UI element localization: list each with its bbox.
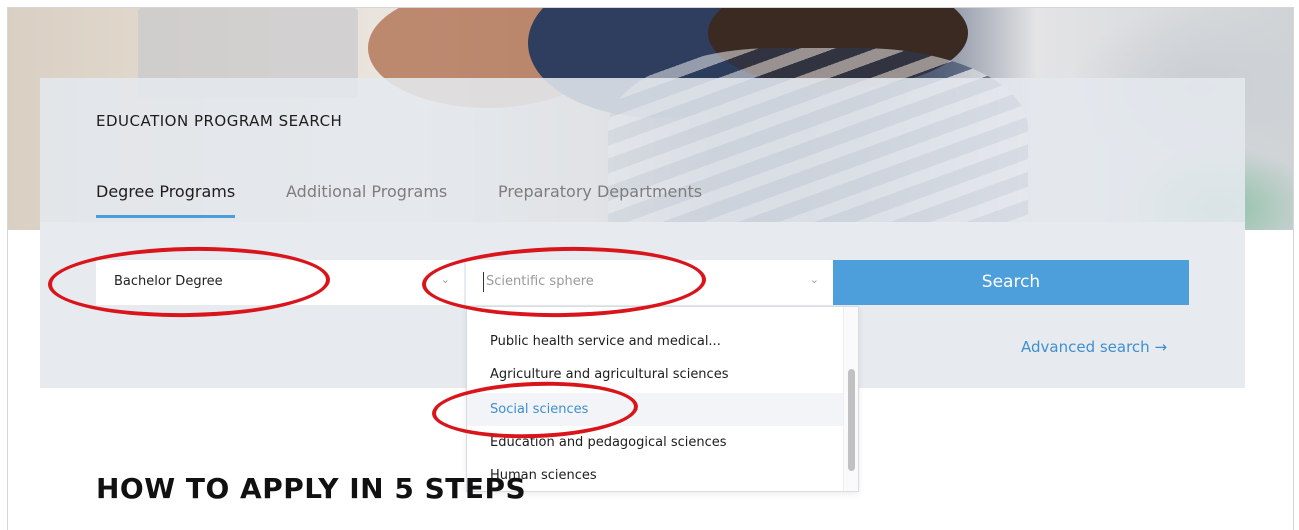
dropdown-option[interactable]: Public health service and medical... <box>467 325 845 358</box>
panel-title: EDUCATION PROGRAM SEARCH <box>96 112 343 130</box>
chevron-down-icon: ⌄ <box>809 273 819 286</box>
dropdown-scrollbar-thumb[interactable] <box>848 369 855 471</box>
advanced-search-link[interactable]: Advanced search → <box>1021 338 1167 356</box>
tab-degree-programs[interactable]: Degree Programs <box>96 182 236 218</box>
tab-preparatory-departments[interactable]: Preparatory Departments <box>498 182 702 215</box>
dropdown-scrollbar[interactable] <box>843 307 858 491</box>
section-heading: HOW TO APPLY IN 5 STEPS <box>96 472 527 505</box>
tab-additional-programs[interactable]: Additional Programs <box>286 182 447 215</box>
search-button[interactable]: Search <box>833 260 1189 305</box>
